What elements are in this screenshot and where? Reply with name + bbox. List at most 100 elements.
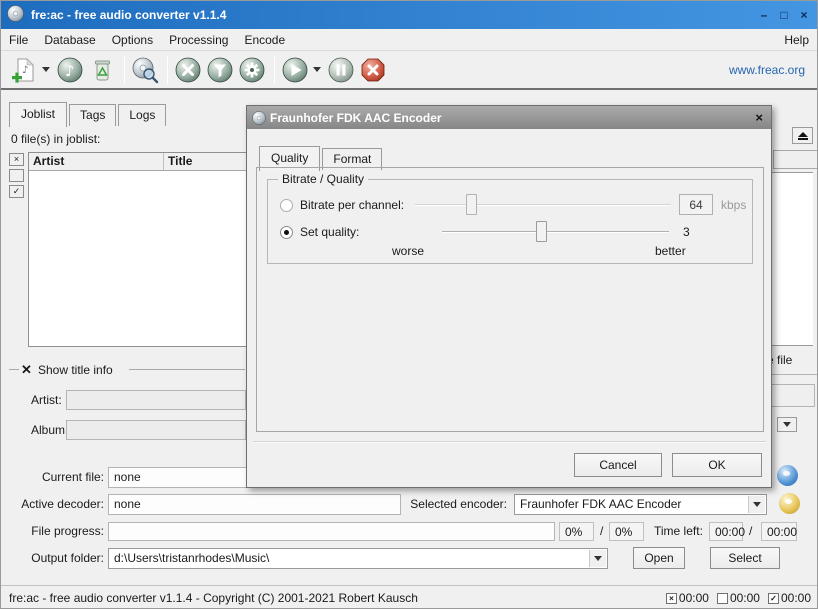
chevron-down-icon [783, 422, 791, 427]
cd-drive-field-fragment[interactable] [773, 150, 818, 169]
combo-arrow-fragment[interactable] [777, 417, 797, 432]
encoder-config-gear-icon[interactable] [779, 493, 800, 514]
output-folder-label: Output folder: [9, 551, 104, 565]
set-quality-label: Set quality: [300, 225, 359, 239]
joblist-header: Artist Title [29, 153, 246, 171]
empty-box-icon [717, 593, 728, 604]
separator [765, 374, 818, 375]
configure-gear-button[interactable] [237, 55, 267, 85]
joblist-count-label: 0 file(s) in joblist: [11, 132, 100, 146]
toolbar-separator [167, 56, 168, 84]
worse-label: worse [392, 244, 424, 258]
check-box-icon: ✓ [768, 593, 779, 604]
selected-encoder-dropdown[interactable]: Fraunhofer FDK AAC Encoder [514, 494, 767, 515]
dialog-close-icon[interactable]: × [755, 110, 763, 125]
pause-button[interactable] [326, 55, 356, 85]
cddb-query-button[interactable] [130, 55, 160, 85]
joblist-table[interactable]: Artist Title [28, 152, 247, 347]
cancel-button[interactable]: Cancel [574, 453, 662, 477]
field-fragment[interactable] [771, 384, 815, 407]
svg-text:♪: ♪ [65, 62, 75, 80]
quality-slider[interactable] [442, 231, 669, 233]
time-indicator-total: ✓ 00:00 [768, 591, 811, 605]
quality-slider-thumb[interactable] [536, 221, 547, 242]
time-indicator-selected: × 00:00 [666, 591, 709, 605]
toolbar-separator [274, 56, 275, 84]
album-field[interactable] [66, 420, 246, 440]
ok-button[interactable]: OK [672, 453, 762, 477]
tab-logs[interactable]: Logs [118, 104, 166, 126]
close-icon[interactable]: × [797, 8, 811, 22]
active-decoder-value: none [108, 494, 401, 515]
status-bar: fre:ac - free audio converter v1.1.4 - C… [1, 585, 818, 609]
chevron-down-icon[interactable] [589, 550, 606, 567]
add-file-button[interactable]: ♪ [9, 55, 39, 85]
freac-website-link[interactable]: www.freac.org [729, 63, 811, 77]
bitrate-slider-thumb[interactable] [466, 194, 477, 215]
main-area: Joblist Tags Logs 0 file(s) in joblist: … [1, 90, 818, 585]
tab-joblist[interactable]: Joblist [9, 102, 67, 127]
show-title-info-checkbox[interactable]: ✕ [21, 362, 32, 378]
select-none-button[interactable] [9, 169, 24, 182]
current-file-label: Current file: [9, 470, 104, 484]
toggle-selection-button[interactable]: ✓ [9, 185, 24, 198]
artist-field[interactable] [66, 390, 246, 410]
track-list-fragment[interactable] [767, 172, 813, 346]
slash: / [749, 524, 752, 538]
stop-button[interactable] [358, 55, 388, 85]
output-folder-combo[interactable]: d:\Users\tristanrhodes\Music\ [108, 548, 608, 569]
menu-file[interactable]: File [1, 29, 36, 51]
time-left-label: Time left: [654, 524, 703, 538]
file-progress-label: File progress: [9, 524, 104, 538]
menu-database[interactable]: Database [36, 29, 103, 51]
play-dropdown-icon[interactable] [313, 67, 321, 72]
eject-icon [798, 132, 808, 137]
menu-help[interactable]: Help [776, 29, 818, 51]
freac-dialog-icon [252, 111, 266, 125]
better-label: better [655, 244, 686, 258]
dialog-title: Fraunhofer FDK AAC Encoder [270, 111, 442, 125]
add-file-dropdown-icon[interactable] [42, 67, 50, 72]
group-line [9, 369, 19, 370]
cd-eject-button[interactable] [792, 127, 813, 144]
file-percent-value: 0% [559, 522, 594, 541]
minimize-icon[interactable]: – [757, 8, 771, 22]
bitrate-label: Bitrate per channel: [300, 198, 404, 212]
divider [253, 441, 766, 443]
group-line [129, 369, 245, 370]
menu-options[interactable]: Options [104, 29, 161, 51]
processing-sphere-icon[interactable] [777, 465, 798, 486]
column-header-artist[interactable]: Artist [29, 153, 164, 170]
bitrate-radio[interactable] [280, 199, 293, 212]
total-time-left-value: 00:00 [761, 522, 797, 541]
start-encoding-play-button[interactable] [280, 55, 310, 85]
bitrate-slider[interactable] [415, 204, 671, 206]
column-header-title[interactable]: Title [164, 153, 246, 170]
svg-text:♪: ♪ [22, 65, 28, 76]
checked-box-icon: × [666, 593, 677, 604]
maximize-icon[interactable]: □ [777, 8, 791, 22]
chevron-down-icon[interactable] [748, 496, 765, 513]
quality-value: 3 [683, 225, 690, 239]
file-progress-bar [108, 522, 555, 541]
signal-filter-funnel-button[interactable] [205, 55, 235, 85]
bitrate-value-field[interactable]: 64 [679, 194, 713, 215]
menu-encode[interactable]: Encode [236, 29, 293, 51]
menu-processing[interactable]: Processing [161, 29, 236, 51]
settings-wrench-button[interactable] [173, 55, 203, 85]
tab-tags[interactable]: Tags [69, 104, 116, 126]
dialog-titlebar[interactable]: Fraunhofer FDK AAC Encoder × [247, 106, 771, 129]
remove-all-trash-button[interactable] [87, 55, 117, 85]
total-percent-value: 0% [609, 522, 644, 541]
select-button[interactable]: Select [710, 547, 780, 569]
toolbar-separator [124, 56, 125, 84]
open-button[interactable]: Open [633, 547, 685, 569]
time-indicator-unselected: 00:00 [717, 591, 760, 605]
slash: / [600, 524, 603, 538]
menu-bar: File Database Options Processing Encode … [1, 29, 818, 51]
music-file-button[interactable]: ♪ [55, 55, 85, 85]
window-title: fre:ac - free audio converter v1.1.4 [31, 8, 226, 22]
select-all-button[interactable]: × [9, 153, 24, 166]
statusbar-text: fre:ac - free audio converter v1.1.4 - C… [9, 591, 418, 605]
set-quality-radio[interactable] [280, 226, 293, 239]
